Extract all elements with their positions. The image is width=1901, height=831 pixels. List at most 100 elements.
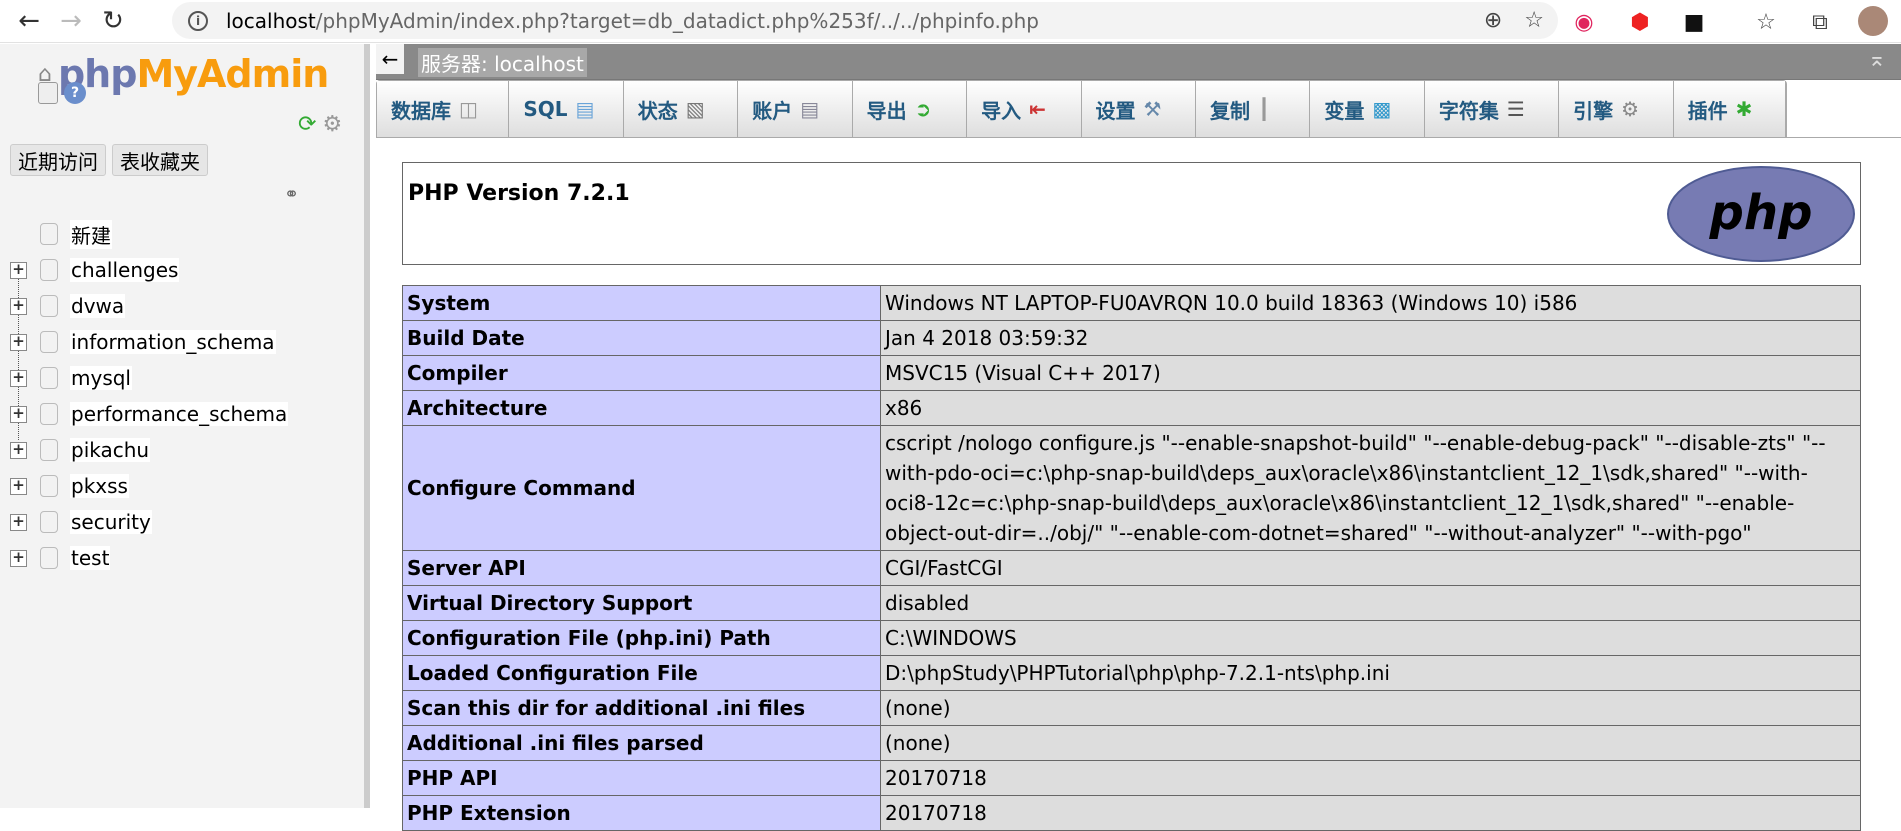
export-icon: ➲: [914, 97, 932, 121]
phpinfo-row: Scan this dir for additional .ini files(…: [402, 690, 1861, 726]
collections-icon[interactable]: ⧉: [1806, 8, 1834, 36]
expand-icon[interactable]: +: [10, 549, 27, 567]
phpinfo-row: Virtual Directory Support disabled: [402, 585, 1861, 621]
tab-label: 设置: [1095, 98, 1136, 123]
top-menu: 数据库 ◫ SQL ▤ 状态 ▧ 账户 ▤ 导出 ➲ 导入 ⇤ 设置 ⚒ 复制 ┃ 变量 ▩ 字符…: [376, 80, 1901, 138]
address-bar[interactable]: i localhost/phpMyAdmin/index.php?target=…: [172, 2, 1558, 39]
tab-variables[interactable]: 变量 ▩: [1310, 81, 1425, 137]
phpinfo-key: Configure Command: [402, 425, 881, 551]
phpinfo-value: disabled: [880, 585, 1861, 621]
expand-icon[interactable]: +: [10, 513, 27, 531]
tree-item-label[interactable]: pkxss: [70, 474, 129, 498]
expand-icon[interactable]: +: [10, 333, 27, 351]
phpinfo-key: Additional .ini files parsed: [402, 725, 881, 761]
import-icon: ⇤: [1029, 97, 1046, 121]
tab-replication[interactable]: 复制 ┃: [1195, 81, 1311, 137]
tree-item-label[interactable]: challenges: [70, 258, 180, 282]
zoom-icon[interactable]: ⊕: [1484, 8, 1502, 33]
expand-icon[interactable]: +: [10, 405, 27, 423]
php-logo: php: [1667, 166, 1855, 262]
logo-myadmin-text: MyAdmin: [136, 52, 329, 96]
tab-export[interactable]: 导出 ➲: [852, 81, 968, 137]
tree-item-label[interactable]: dvwa: [70, 294, 126, 318]
database-icon: [40, 547, 58, 569]
tree-item-label[interactable]: pikachu: [70, 438, 151, 462]
extension-h-icon[interactable]: ■: [1680, 8, 1708, 36]
tab-status[interactable]: 状态 ▧: [623, 81, 739, 137]
favorites-list-icon[interactable]: ☆: [1752, 8, 1780, 36]
extension-icon[interactable]: ◉: [1570, 8, 1598, 36]
server-breadcrumb-bar: ← 服务器: localhost ⌅: [376, 44, 1901, 80]
phpinfo-value: D:\phpStudy\PHPTutorial\php\php-7.2.1-nt…: [880, 655, 1861, 691]
tab-import[interactable]: 导入 ⇤: [967, 81, 1082, 137]
expand-icon[interactable]: +: [10, 261, 27, 279]
scroll-top-icon[interactable]: ⌅: [1853, 44, 1901, 74]
server-label[interactable]: 服务器: localhost: [418, 48, 587, 77]
accounts-icon: ▤: [800, 97, 820, 121]
phpinfo-key: Server API: [402, 550, 881, 586]
database-icon: [40, 439, 58, 461]
tab-label: 状态: [637, 98, 678, 123]
tab-databases[interactable]: 数据库 ◫: [377, 81, 510, 137]
exit-icon[interactable]: [38, 82, 58, 104]
tab-engines[interactable]: 引擎 ⚙: [1559, 81, 1674, 137]
database-icon: ◫: [459, 97, 478, 121]
phpinfo-key: Scan this dir for additional .ini files: [402, 690, 881, 726]
help-icon[interactable]: ?: [64, 82, 86, 104]
tab-label: 导入: [981, 98, 1022, 123]
tree-item-label[interactable]: security: [70, 510, 152, 534]
tab-label: 复制: [1209, 98, 1250, 123]
reload-navigation-icon[interactable]: ⟳: [298, 112, 316, 137]
phpinfo-row: Build Date Jan 4 2018 03:59:32: [402, 320, 1861, 356]
url-path: /phpMyAdmin/index.php?target=db_datadict…: [315, 8, 1039, 33]
phpinfo-value: x86: [880, 390, 1861, 426]
charset-icon: ☰: [1506, 97, 1525, 121]
adblock-extension-icon[interactable]: ⬢: [1626, 8, 1654, 36]
phpinfo-row: Configuration File (php.ini) Path C:\WIND…: [402, 620, 1861, 656]
replication-icon: ┃: [1257, 97, 1270, 121]
back-arrow-icon[interactable]: ←: [8, 0, 50, 42]
phpinfo-key: Virtual Directory Support: [402, 585, 881, 621]
recent-tables-button[interactable]: 近期访问: [10, 144, 106, 176]
favorite-star-icon[interactable]: ☆: [1524, 8, 1544, 33]
collapse-sidebar-arrow-icon[interactable]: ←: [376, 44, 404, 74]
phpinfo-key: Loaded Configuration File: [402, 655, 881, 691]
expand-icon[interactable]: +: [10, 297, 27, 315]
tree-item-label[interactable]: mysql: [70, 366, 132, 390]
expand-icon[interactable]: +: [10, 369, 27, 387]
wrench-icon: ⚒: [1143, 97, 1162, 121]
tab-settings[interactable]: 设置 ⚒: [1081, 81, 1196, 137]
database-icon: [40, 511, 58, 533]
tree-item-label: 新建: [70, 219, 112, 249]
phpinfo-row: System Windows NT LAPTOP-FU0AVRQN 10.0 bu…: [402, 285, 1861, 321]
reload-icon[interactable]: ↻: [92, 0, 134, 42]
link-with-main-icon[interactable]: ⚭: [284, 184, 299, 205]
tab-charsets[interactable]: 字符集 ☰: [1424, 81, 1560, 137]
phpinfo-key: Architecture: [402, 390, 881, 426]
phpinfo-row: Loaded Configuration File D:\phpStudy\PHP…: [402, 655, 1861, 691]
site-info-icon[interactable]: i: [188, 10, 208, 31]
expand-icon[interactable]: +: [10, 477, 27, 495]
tab-plugins[interactable]: 插件 ✱: [1673, 81, 1787, 137]
forward-arrow-icon[interactable]: →: [50, 0, 92, 42]
phpinfo-key: Build Date: [402, 320, 881, 356]
status-icon: ▧: [685, 97, 705, 121]
tab-label: 插件: [1687, 98, 1728, 123]
sql-icon: ▤: [575, 97, 595, 121]
favorite-tables-button[interactable]: 表收藏夹: [112, 144, 208, 176]
tab-sql[interactable]: SQL ▤: [509, 81, 624, 137]
phpinfo-key: Configuration File (php.ini) Path: [402, 620, 881, 656]
tree-item-label[interactable]: performance_schema: [70, 402, 289, 426]
phpinfo-key: System: [402, 285, 881, 321]
phpinfo-value: 20170718: [880, 760, 1861, 796]
tab-accounts[interactable]: 账户 ▤: [738, 81, 853, 137]
expand-icon[interactable]: +: [10, 441, 27, 459]
tree-item-label[interactable]: information_schema: [70, 330, 276, 354]
php-logo-text: php: [1709, 185, 1813, 241]
tree-item-label[interactable]: test: [70, 546, 111, 570]
phpinfo-row: PHP API 20170718: [402, 760, 1861, 796]
phpinfo-row: Configure Command cscript /nologo configu…: [402, 425, 1861, 551]
variables-icon: ▩: [1372, 97, 1392, 121]
profile-avatar[interactable]: [1858, 6, 1888, 36]
settings-gear-icon[interactable]: ⚙: [322, 112, 342, 137]
